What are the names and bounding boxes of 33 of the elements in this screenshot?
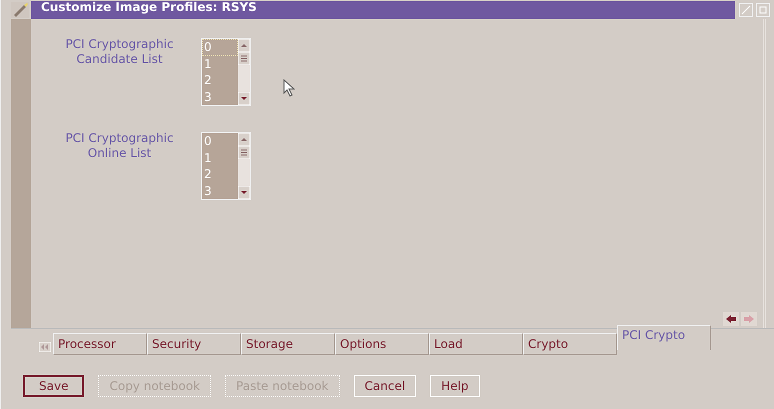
scroll-down-icon[interactable]: [238, 186, 250, 199]
pencil-icon[interactable]: [11, 2, 29, 18]
list-item[interactable]: 2: [202, 72, 238, 88]
scroll-left-icon[interactable]: [39, 342, 51, 352]
list-item[interactable]: 3: [202, 88, 238, 105]
list-box[interactable]: 0 1 2 3: [201, 132, 251, 200]
list-item[interactable]: 1: [202, 56, 238, 72]
list-item[interactable]: 3: [202, 182, 238, 199]
button[interactable]: Help: [430, 375, 480, 397]
list-label: PCI Cryptographic Online List: [64, 131, 175, 162]
window-title: Customize Image Profiles: RSYS: [41, 0, 257, 14]
scroll-down-icon[interactable]: [238, 92, 250, 105]
list-item[interactable]: 1: [202, 150, 238, 166]
list-item[interactable]: 2: [202, 166, 238, 182]
tab[interactable]: Crypto: [523, 333, 617, 355]
scroll-up-icon[interactable]: [238, 133, 250, 146]
arrow-left-icon[interactable]: [723, 312, 739, 326]
tab[interactable]: Options: [335, 333, 429, 355]
list-label: PCI Cryptographic Candidate List: [64, 37, 175, 68]
tab[interactable]: Storage: [241, 333, 335, 355]
scroll-thumb-icon[interactable]: [238, 146, 250, 159]
mouse-pointer-icon: [283, 79, 295, 97]
tab[interactable]: Load: [429, 333, 523, 355]
list-box[interactable]: 0 1 2 3: [201, 38, 251, 106]
scroll-up-icon[interactable]: [238, 39, 250, 52]
tab[interactable]: Processor: [53, 333, 147, 355]
list-item[interactable]: 0: [202, 133, 238, 150]
button[interactable]: Cancel: [354, 375, 416, 397]
scroll-thumb-icon[interactable]: [238, 52, 250, 65]
list-item[interactable]: 0: [202, 39, 238, 56]
button[interactable]: Save: [23, 375, 84, 397]
tab[interactable]: Security: [147, 333, 241, 355]
tab[interactable]: PCI Crypto: [617, 325, 711, 350]
